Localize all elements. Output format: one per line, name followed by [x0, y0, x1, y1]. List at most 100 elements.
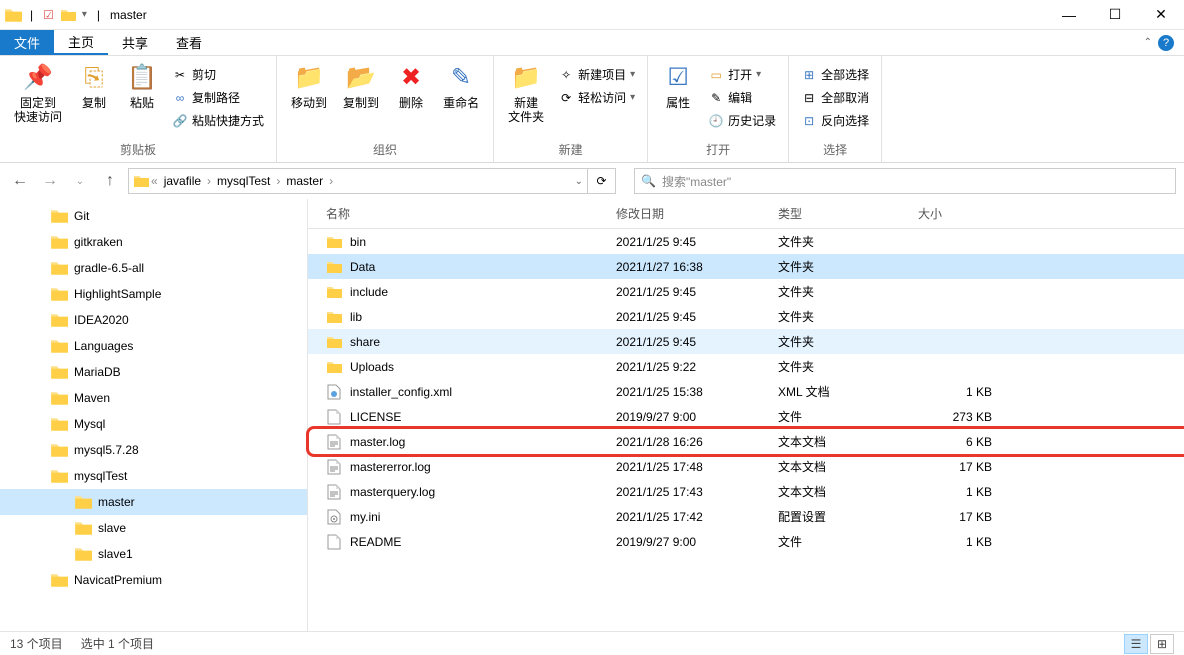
file-row[interactable]: share2021/1/25 9:45文件夹 [308, 329, 1184, 354]
copy-to-button[interactable]: 📂复制到 [337, 60, 385, 112]
file-row[interactable]: LICENSE2019/9/27 9:00文件273 KB [308, 404, 1184, 429]
folder-icon [326, 309, 342, 325]
file-type: 文本文档 [770, 458, 910, 475]
invert-selection-button[interactable]: ⊡反向选择 [797, 110, 873, 131]
tree-item[interactable]: mysql5.7.28 [0, 437, 307, 463]
folder-icon [74, 493, 92, 511]
copy-path-button[interactable]: ∞复制路径 [168, 87, 268, 108]
close-button[interactable]: ✕ [1138, 0, 1184, 30]
cut-button[interactable]: ✂剪切 [168, 64, 268, 85]
select-none-button[interactable]: ⊟全部取消 [797, 87, 873, 108]
file-date: 2021/1/27 16:38 [608, 260, 770, 274]
file-row[interactable]: Uploads2021/1/25 9:22文件夹 [308, 354, 1184, 379]
file-date: 2021/1/25 17:43 [608, 485, 770, 499]
help-icon[interactable]: ? [1158, 35, 1174, 51]
maximize-button[interactable]: ☐ [1092, 0, 1138, 30]
tab-view[interactable]: 查看 [162, 30, 216, 55]
file-row[interactable]: README2019/9/27 9:00文件1 KB [308, 529, 1184, 554]
folder-icon [326, 234, 342, 250]
ini-icon [326, 509, 342, 525]
tree-item[interactable]: Mysql [0, 411, 307, 437]
history-button[interactable]: 🕘历史记录 [704, 110, 780, 131]
forward-button[interactable]: → [38, 169, 62, 193]
easy-access-button[interactable]: ⟳轻松访问▾ [554, 87, 639, 108]
file-list: 名称 修改日期 类型 大小 bin2021/1/25 9:45文件夹Data20… [308, 199, 1184, 631]
folder-icon [50, 389, 68, 407]
column-date[interactable]: 修改日期 [608, 205, 770, 222]
column-size[interactable]: 大小 [910, 205, 1000, 222]
tree-item[interactable]: slave1 [0, 541, 307, 567]
file-row[interactable]: lib2021/1/25 9:45文件夹 [308, 304, 1184, 329]
column-type[interactable]: 类型 [770, 205, 910, 222]
column-name[interactable]: 名称 [318, 205, 608, 222]
tree-item[interactable]: gradle-6.5-all [0, 255, 307, 281]
file-row[interactable]: Data2021/1/27 16:38文件夹 [308, 254, 1184, 279]
paste-button[interactable]: 📋粘贴 [120, 60, 164, 112]
ribbon-group-label-organize: 组织 [373, 139, 397, 160]
file-row[interactable]: mastererror.log2021/1/25 17:48文本文档17 KB [308, 454, 1184, 479]
tree-item[interactable]: slave [0, 515, 307, 541]
search-box[interactable]: 🔍 搜索"master" [634, 168, 1176, 194]
tree-item[interactable]: Git [0, 203, 307, 229]
up-button[interactable]: ↑ [98, 169, 122, 193]
tree-item[interactable]: Languages [0, 333, 307, 359]
breadcrumb-3[interactable]: master [282, 174, 327, 188]
file-row[interactable]: master.log2021/1/28 16:26文本文档6 KB [308, 429, 1184, 454]
rename-button[interactable]: ✎重命名 [437, 60, 485, 112]
paste-shortcut-button[interactable]: 🔗粘贴快捷方式 [168, 110, 268, 131]
properties-button[interactable]: ☑属性 [656, 60, 700, 112]
qat-folder-icon[interactable] [60, 7, 76, 23]
tree-item[interactable]: MariaDB [0, 359, 307, 385]
tree-item[interactable]: gitkraken [0, 229, 307, 255]
address-bar[interactable]: « javafile› mysqlTest› master› ⌄ [128, 168, 588, 194]
txt-icon [326, 459, 342, 475]
address-dropdown-icon[interactable]: ⌄ [575, 176, 583, 187]
rename-icon: ✎ [445, 62, 477, 94]
back-button[interactable]: ← [8, 169, 32, 193]
copy-button[interactable]: ⎘复制 [72, 60, 116, 112]
file-row[interactable]: installer_config.xml2021/1/25 15:38XML 文… [308, 379, 1184, 404]
tree-item[interactable]: mysqlTest [0, 463, 307, 489]
tree-item[interactable]: Maven [0, 385, 307, 411]
edit-button[interactable]: ✎编辑 [704, 87, 780, 108]
ribbon-collapse[interactable]: ⌃? [1134, 30, 1184, 55]
new-folder-button[interactable]: 📁新建 文件夹 [502, 60, 550, 127]
select-all-button[interactable]: ⊞全部选择 [797, 64, 873, 85]
pin-icon: 📌 [22, 62, 54, 94]
file-row[interactable]: my.ini2021/1/25 17:42配置设置17 KB [308, 504, 1184, 529]
view-details-button[interactable]: ☰ [1124, 634, 1148, 654]
folder-icon [50, 259, 68, 277]
tree-item-label: gitkraken [74, 235, 123, 249]
refresh-button[interactable]: ⟳ [588, 168, 616, 194]
folder-tree[interactable]: Git gitkraken gradle-6.5-allHighlightSampl… [0, 199, 308, 631]
breadcrumb-1[interactable]: javafile [160, 174, 205, 188]
tree-item[interactable]: master [0, 489, 307, 515]
new-item-button[interactable]: ✧新建项目▾ [554, 64, 639, 85]
file-row[interactable]: bin2021/1/25 9:45文件夹 [308, 229, 1184, 254]
folder-icon [50, 467, 68, 485]
tab-share[interactable]: 共享 [108, 30, 162, 55]
tree-item[interactable]: IDEA2020 [0, 307, 307, 333]
qat-properties-icon[interactable]: ☑ [39, 6, 58, 24]
file-type: 配置设置 [770, 508, 910, 525]
recent-dropdown[interactable]: ⌄ [68, 169, 92, 193]
file-rows: bin2021/1/25 9:45文件夹Data2021/1/27 16:38文… [308, 229, 1184, 631]
qat-dropdown-icon[interactable]: ▾ [78, 7, 91, 22]
tree-item[interactable]: HighlightSample [0, 281, 307, 307]
file-row[interactable]: include2021/1/25 9:45文件夹 [308, 279, 1184, 304]
file-type: 文件夹 [770, 258, 910, 275]
file-date: 2021/1/25 9:45 [608, 235, 770, 249]
minimize-button[interactable]: ― [1046, 0, 1092, 30]
tree-item[interactable]: NavicatPremium [0, 567, 307, 593]
open-button[interactable]: ▭打开▾ [704, 64, 780, 85]
breadcrumb-2[interactable]: mysqlTest [213, 174, 274, 188]
view-icons-button[interactable]: ⊞ [1150, 634, 1174, 654]
ribbon-tabs: 文件 主页 共享 查看 ⌃? [0, 30, 1184, 56]
tab-file[interactable]: 文件 [0, 30, 54, 55]
tab-home[interactable]: 主页 [54, 30, 108, 55]
delete-button[interactable]: ✖删除 [389, 60, 433, 112]
edit-icon: ✎ [708, 90, 724, 106]
file-row[interactable]: masterquery.log2021/1/25 17:43文本文档1 KB [308, 479, 1184, 504]
move-to-button[interactable]: 📁移动到 [285, 60, 333, 112]
pin-button[interactable]: 📌固定到 快速访问 [8, 60, 68, 127]
